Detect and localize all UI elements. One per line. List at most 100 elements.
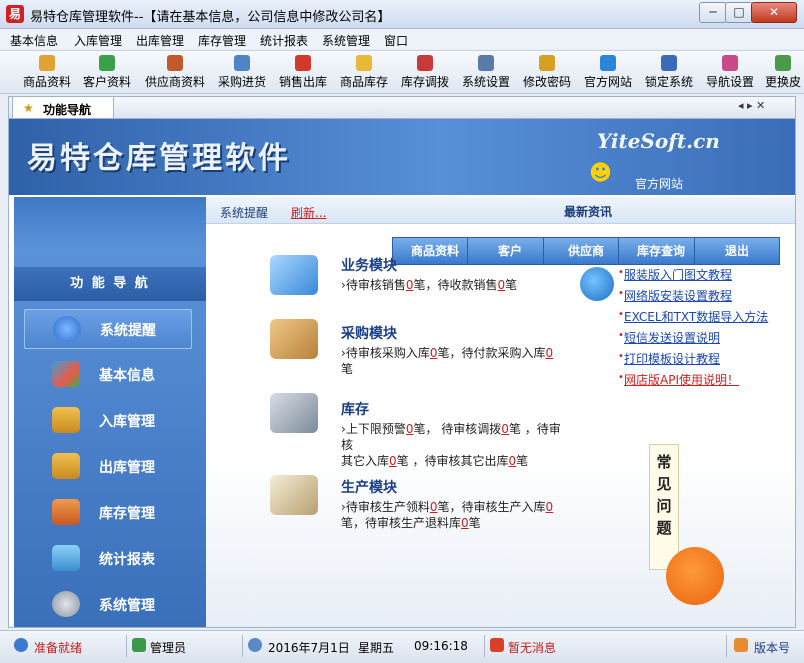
toolbar-label: 客户资料 [82, 75, 131, 89]
globe-icon [580, 267, 614, 301]
quick-stock-query-button[interactable]: 库存查询 [618, 237, 704, 265]
sidebar-item-basic-info[interactable]: 基本信息 [24, 355, 190, 393]
toolbar-customers-button[interactable]: 客户资料 [80, 53, 134, 90]
skin-icon [775, 55, 791, 71]
toolbar-nav-settings-button[interactable]: 导航设置 [703, 53, 757, 90]
news-item[interactable]: 服装版入门图文教程 [624, 266, 732, 283]
banner-site: YiteSoft.cn [597, 129, 720, 153]
toolbar-purchase-button[interactable]: 采购进货 [215, 53, 269, 90]
sidebar-item-stock-in[interactable]: 入库管理 [24, 401, 190, 439]
sidebar-item-label: 入库管理 [99, 414, 155, 430]
sidebar-item-label: 系统提醒 [100, 323, 156, 339]
settings-icon [478, 55, 494, 71]
toolbar-settings-button[interactable]: 系统设置 [459, 53, 513, 90]
module-title: 业务模块 [341, 258, 397, 274]
home-icon [734, 638, 748, 652]
menu-window[interactable]: 窗口 [384, 32, 408, 49]
menu-stock-out[interactable]: 出库管理 [136, 32, 184, 49]
customers-icon [99, 55, 115, 71]
official-site-link[interactable]: 官方网站 [635, 175, 683, 192]
suppliers-icon [167, 55, 183, 71]
news-item[interactable]: 网络版安装设置教程 [624, 287, 732, 304]
sidebar-item-label: 出库管理 [99, 460, 155, 476]
module-title: 采购模块 [341, 326, 397, 342]
info-icon [53, 316, 81, 342]
toolbar-label: 供应商资料 [144, 75, 205, 89]
stock-in-icon [52, 407, 80, 433]
title-bar: 易 易特仓库管理软件--【请在基本信息，公司信息中修改公司名】 ─ □ ✕ [0, 0, 804, 29]
status-time: 09:16:18 [414, 639, 468, 653]
toolbar-label: 锁定系统 [644, 75, 693, 89]
sidebar-item-system[interactable]: 系统管理 [24, 585, 190, 623]
toolbar-suppliers-button[interactable]: 供应商资料 [142, 53, 208, 90]
content-header: 系统提醒 刷新... 最新资讯 [206, 197, 795, 224]
sidebar-item-label: 库存管理 [99, 506, 155, 522]
menu-reports[interactable]: 统计报表 [260, 32, 308, 49]
maximize-button[interactable]: □ [725, 2, 753, 23]
person-icon: ☻ [589, 161, 612, 186]
status-version[interactable]: 版本号 [754, 639, 790, 656]
star-icon: ★ [23, 101, 34, 115]
news-item[interactable]: 网店版API使用说明！ [624, 371, 739, 388]
toolbar-skin-button[interactable]: 更换皮 [762, 53, 804, 90]
quick-supplier-button[interactable]: 供应商 [543, 237, 629, 265]
menu-inventory[interactable]: 库存管理 [198, 32, 246, 49]
status-divider [126, 635, 127, 657]
tab-function-nav[interactable]: ★ 功能导航 [12, 96, 114, 119]
clock-icon [248, 638, 262, 652]
nav-settings-icon [722, 55, 738, 71]
refresh-link[interactable]: 刷新... [291, 204, 326, 221]
clipboard-icon [270, 475, 318, 515]
status-user: 管理员 [150, 641, 187, 655]
quick-goods-button[interactable]: 商品资料 [392, 237, 478, 265]
close-button[interactable]: ✕ [751, 2, 797, 23]
news-item[interactable]: 打印模板设计教程 [624, 350, 720, 367]
sidebar-item-stock-out[interactable]: 出库管理 [24, 447, 190, 485]
toolbar-password-button[interactable]: 修改密码 [520, 53, 574, 90]
sales-icon [295, 55, 311, 71]
quick-exit-button[interactable]: 退出 [694, 237, 780, 265]
menu-bar: 基本信息 入库管理 出库管理 库存管理 统计报表 系统管理 窗口 [0, 29, 804, 49]
toolbar-label: 库存调拨 [400, 75, 449, 89]
app-logo-icon: 易 [6, 5, 24, 23]
toolbar-label: 商品库存 [339, 75, 388, 89]
toolbar-sales-button[interactable]: 销售出库 [276, 53, 330, 90]
status-bar: 准备就绪 管理员 2016年7月1日 星期五 09:16:18 暂无消息 版本号 [0, 630, 804, 663]
news-title: 最新资讯 [564, 205, 613, 219]
toolbar-stock-button[interactable]: 商品库存 [337, 53, 391, 90]
lock-icon [661, 55, 677, 71]
toolbar-goods-button[interactable]: 商品资料 [20, 53, 74, 90]
faq-button[interactable]: 常见问题 [649, 444, 679, 570]
section-title: 系统提醒 [220, 206, 269, 220]
news-item[interactable]: 短信发送设置说明 [624, 329, 720, 346]
toolbar-label: 修改密码 [522, 75, 571, 89]
stock-out-icon [52, 453, 80, 479]
user-icon [132, 638, 146, 652]
sidebar-item-label: 系统管理 [99, 598, 155, 614]
sidebar-item-label: 统计报表 [99, 552, 155, 568]
toolbar-lock-button[interactable]: 锁定系统 [642, 53, 696, 90]
sidebar-item-reports[interactable]: 统计报表 [24, 539, 190, 577]
tab-controls[interactable]: ◂ ▸ ✕ [738, 99, 765, 112]
menu-stock-in[interactable]: 入库管理 [74, 32, 122, 49]
tab-label: 功能导航 [43, 103, 92, 117]
status-date: 2016年7月1日 [268, 641, 350, 655]
menu-system[interactable]: 系统管理 [322, 32, 370, 49]
sidebar-item-reminder[interactable]: 系统提醒 [24, 309, 192, 349]
sidebar-title: 功 能 导 航 [14, 267, 206, 301]
menu-basic-info[interactable]: 基本信息 [10, 32, 58, 49]
minimize-button[interactable]: ─ [699, 2, 727, 23]
purchase-box-icon [270, 319, 318, 359]
window-title: 易特仓库管理软件--【请在基本信息，公司信息中修改公司名】 [30, 10, 391, 25]
sidebar-item-inventory[interactable]: 库存管理 [24, 493, 190, 531]
module-title: 生产模块 [341, 480, 397, 496]
module-desc: ›上下限预警0笔， 待审核调拨0笔 ，待审核 其它入库0笔 ，待审核其它出库0笔 [341, 422, 561, 468]
status-message[interactable]: 暂无消息 [508, 639, 556, 656]
goods-icon [39, 55, 55, 71]
quick-customer-button[interactable]: 客户 [467, 237, 553, 265]
status-weekday: 星期五 [358, 641, 395, 655]
password-icon [539, 55, 555, 71]
news-item[interactable]: EXCEL和TXT数据导入方法 [624, 308, 768, 325]
toolbar-transfer-button[interactable]: 库存调拨 [398, 53, 452, 90]
toolbar-website-button[interactable]: 官方网站 [581, 53, 635, 90]
